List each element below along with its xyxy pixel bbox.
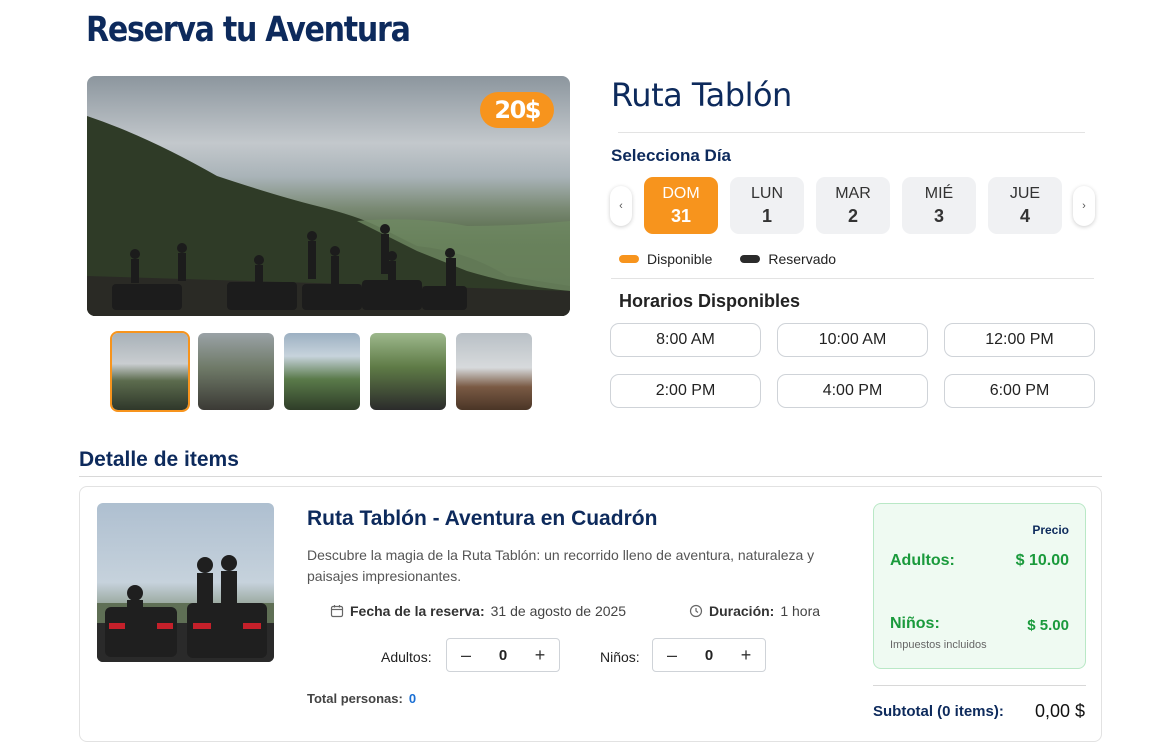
- divider: [79, 476, 1102, 477]
- day-option-mie[interactable]: MIÉ 3: [902, 177, 976, 234]
- legend-reserved: Reservado: [768, 251, 837, 267]
- time-slot[interactable]: 12:00 PM: [944, 323, 1095, 357]
- detail-section-title: Detalle de items: [79, 448, 239, 471]
- route-title: Ruta Tablón: [611, 76, 792, 114]
- day-name: LUN: [750, 184, 783, 202]
- day-number: 2: [847, 205, 858, 226]
- availability-legend: Disponible Reservado: [619, 251, 856, 267]
- time-slot[interactable]: 2:00 PM: [610, 374, 761, 408]
- time-slot[interactable]: 10:00 AM: [777, 323, 928, 357]
- kids-stepper: – 0 +: [652, 638, 766, 672]
- time-slot[interactable]: 4:00 PM: [777, 374, 928, 408]
- thumbnail-4[interactable]: [370, 333, 446, 410]
- legend-available: Disponible: [647, 251, 713, 267]
- duration: Duración: 1 hora: [689, 603, 820, 619]
- day-name: MIÉ: [924, 184, 954, 202]
- total-persons: Total personas: 0: [307, 691, 416, 706]
- item-image: [97, 503, 274, 662]
- divider: [611, 278, 1094, 279]
- hero-image[interactable]: 20$: [87, 76, 570, 316]
- adults-price: $ 10.00: [1015, 552, 1069, 569]
- thumbnail-2[interactable]: [198, 333, 274, 410]
- chevron-right-icon: ›: [1082, 200, 1086, 212]
- subtotal-label: Subtotal (0 items):: [873, 703, 1004, 720]
- thumbnail-3[interactable]: [284, 333, 360, 410]
- slots-label: Horarios Disponibles: [619, 291, 801, 311]
- adults-count: 0: [498, 646, 508, 664]
- item-card: Ruta Tablón - Aventura en Cuadrón Descub…: [79, 486, 1102, 742]
- day-selector: DOM 31 LUN 1 MAR 2 MIÉ 3 JUE 4: [644, 177, 1062, 234]
- day-number: 4: [1019, 205, 1030, 226]
- adults-price-label: Adultos:: [890, 552, 955, 569]
- thumbnail-strip: [110, 331, 532, 412]
- day-name: JUE: [1009, 184, 1041, 202]
- adults-label: Adultos:: [381, 649, 432, 665]
- day-number: 3: [933, 205, 944, 226]
- time-slot[interactable]: 6:00 PM: [944, 374, 1095, 408]
- day-option-mar[interactable]: MAR 2: [816, 177, 890, 234]
- divider: [618, 132, 1085, 133]
- day-option-jue[interactable]: JUE 4: [988, 177, 1062, 234]
- day-option-lun[interactable]: LUN 1: [730, 177, 804, 234]
- prev-day-button[interactable]: ‹: [610, 186, 632, 226]
- date-label: Fecha de la reserva:: [350, 603, 485, 619]
- day-number: 1: [761, 205, 772, 226]
- item-description: Descubre la magia de la Ruta Tablón: un …: [307, 547, 815, 584]
- duration-value: 1 hora: [780, 603, 821, 619]
- time-slot[interactable]: 8:00 AM: [610, 323, 761, 357]
- next-day-button[interactable]: ›: [1073, 186, 1095, 226]
- day-name: MAR: [835, 184, 871, 202]
- tax-note: Impuestos incluidos: [890, 639, 987, 651]
- clock-icon: [689, 604, 703, 618]
- day-name: DOM: [662, 184, 700, 202]
- kids-label: Niños:: [600, 649, 640, 665]
- item-title: Ruta Tablón - Aventura en Cuadrón: [307, 507, 658, 530]
- calendar-icon: [330, 605, 344, 618]
- time-slot-grid: 8:00 AM 10:00 AM 12:00 PM 2:00 PM 4:00 P…: [610, 323, 1095, 408]
- select-day-label: Selecciona Día: [611, 146, 732, 165]
- kids-decrement-button[interactable]: –: [665, 645, 679, 666]
- reserved-swatch: [740, 255, 761, 263]
- thumbnail-5[interactable]: [456, 333, 532, 410]
- adults-increment-button[interactable]: +: [533, 645, 547, 666]
- adults-stepper: – 0 +: [446, 638, 560, 672]
- kids-price-label: Niños:: [890, 615, 940, 632]
- price-box: Precio Adultos: $ 10.00 Niños: $ 5.00 Im…: [873, 503, 1086, 669]
- adults-decrement-button[interactable]: –: [459, 645, 473, 666]
- total-persons-value: 0: [408, 691, 417, 706]
- duration-label: Duración:: [709, 603, 775, 619]
- thumbnail-1[interactable]: [110, 331, 190, 412]
- price-badge: 20$: [480, 92, 554, 128]
- chevron-left-icon: ‹: [619, 200, 623, 212]
- quad-riders-image: [97, 555, 274, 662]
- day-option-dom[interactable]: DOM 31: [644, 177, 718, 234]
- kids-price: $ 5.00: [1027, 617, 1069, 634]
- reservation-date: Fecha de la reserva: 31 de agosto de 202…: [330, 603, 626, 619]
- available-swatch: [619, 255, 639, 263]
- total-persons-label: Total personas:: [307, 691, 403, 706]
- page-title: Reserva tu Aventura: [86, 10, 411, 50]
- divider: [873, 685, 1086, 686]
- price-header: Precio: [1032, 523, 1069, 537]
- date-value: 31 de agosto de 2025: [490, 603, 627, 619]
- subtotal-value: 0,00 $: [1034, 701, 1085, 721]
- day-number: 31: [670, 205, 692, 226]
- kids-increment-button[interactable]: +: [739, 645, 753, 666]
- kids-count: 0: [704, 646, 714, 664]
